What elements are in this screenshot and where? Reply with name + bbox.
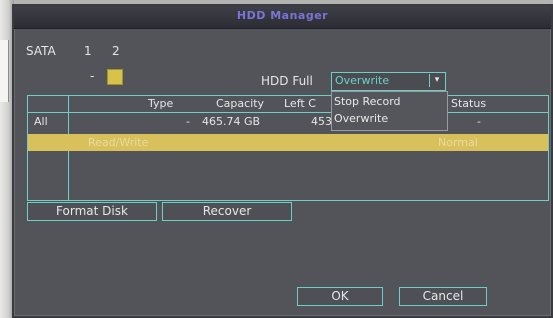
table-row[interactable]: All - 465.74 GB 453 - [28, 113, 548, 131]
sata-port-2[interactable]: 2 [112, 44, 120, 58]
header-capacity: Capacity [216, 97, 265, 110]
sata-1-status: - [90, 69, 95, 83]
recover-button[interactable]: Recover [162, 202, 292, 221]
option-overwrite[interactable]: Overwrite [334, 112, 388, 125]
row-left-capacity: 453 [311, 115, 332, 128]
bezel-notch [0, 40, 9, 102]
chevron-down-icon[interactable]: ▾ [429, 74, 444, 87]
header-type: Type [148, 97, 174, 110]
row-type: Read/Write [88, 136, 149, 149]
cancel-button[interactable]: Cancel [399, 287, 487, 306]
hdd-full-selected-value: Overwrite [335, 74, 390, 87]
table-row-selected[interactable]: Read/Write Normal [28, 134, 548, 151]
ok-button[interactable]: OK [297, 287, 383, 306]
header-status: Status [451, 97, 487, 110]
row-status: - [477, 115, 481, 128]
hdd-full-label: HDD Full [261, 74, 313, 88]
sata-port-1[interactable]: 1 [84, 44, 92, 58]
row-name: All [34, 115, 48, 128]
dialog-title: HDD Manager [236, 9, 329, 22]
hdd-manager-dialog: HDD Manager SATA 1 2 - HDD Full Overwrit… [12, 4, 553, 318]
format-disk-button[interactable]: Format Disk [27, 202, 157, 221]
row-type: - [186, 115, 190, 128]
hdd-full-select[interactable]: Overwrite ▾ [331, 72, 446, 91]
disk-table: Type Capacity Left C Status All - 465.74… [27, 95, 549, 201]
title-bar: HDD Manager [14, 6, 551, 29]
sata-label: SATA [26, 44, 56, 58]
sata-2-selected-box[interactable] [107, 69, 123, 85]
row-status: Normal [438, 136, 478, 149]
option-stop-record[interactable]: Stop Record [334, 95, 401, 108]
hdd-full-options-list[interactable]: Stop Record Overwrite [331, 91, 448, 131]
row-capacity: 465.74 GB [202, 115, 261, 128]
header-left-capacity: Left C [284, 97, 316, 110]
